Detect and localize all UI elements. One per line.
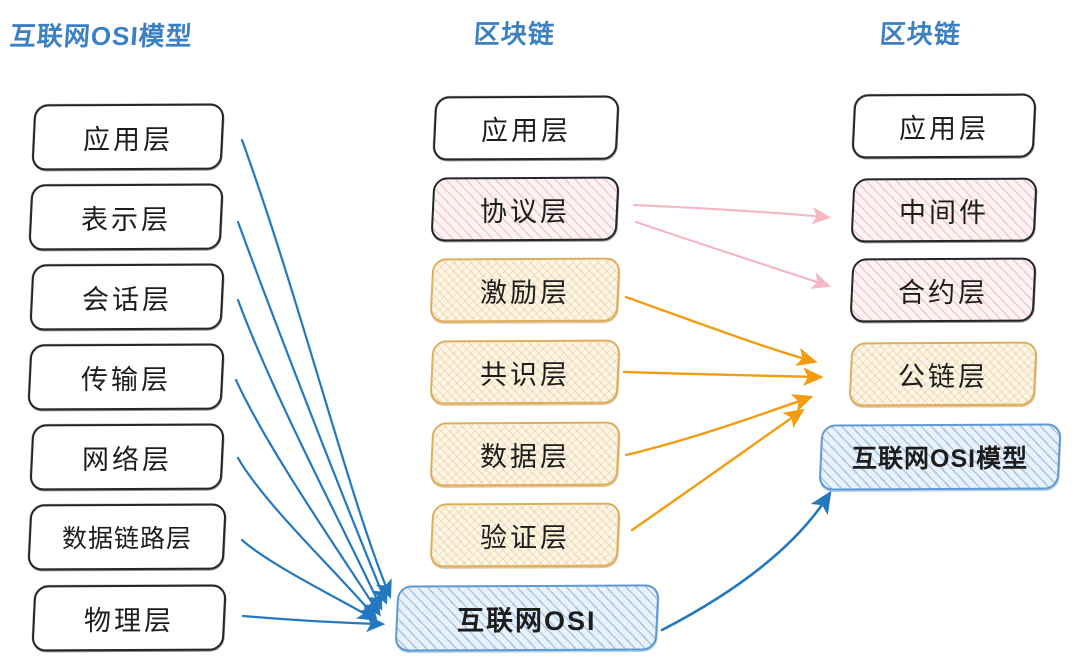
arrow-传输层-互联网OSI — [234, 378, 381, 617]
node-middle-应用层[interactable]: 应用层 — [432, 95, 620, 161]
node-middle-数据层[interactable]: 数据层 — [429, 421, 621, 487]
node-label: 协议层 — [479, 196, 571, 227]
column-title-right: 区块链 — [878, 19, 962, 49]
node-label: 应用层 — [480, 115, 572, 146]
arrow-互联网OSI-互联网OSI模型 — [660, 490, 832, 632]
node-label: 互联网OSI模型 — [851, 445, 1029, 473]
node-middle-互联网OSI[interactable]: 互联网OSI — [394, 584, 660, 652]
arrow-激励层-公链层 — [624, 295, 818, 366]
node-label: 应用层 — [82, 124, 174, 155]
arrow-网络层-互联网OSI — [236, 456, 378, 621]
arrow-数据链路层-互联网OSI — [240, 538, 377, 621]
arrow-group-osi-to-osimodel — [660, 490, 832, 632]
node-left-物理层[interactable]: 物理层 — [31, 584, 227, 652]
node-left-传输层[interactable]: 传输层 — [27, 343, 225, 411]
node-middle-协议层[interactable]: 协议层 — [430, 176, 620, 242]
node-label: 数据链路层 — [61, 525, 193, 553]
node-middle-验证层[interactable]: 验证层 — [429, 502, 621, 568]
arrow-协议层-合约层 — [634, 220, 832, 289]
node-right-中间件[interactable]: 中间件 — [850, 177, 1038, 243]
node-right-应用层[interactable]: 应用层 — [851, 93, 1037, 159]
node-left-网络层[interactable]: 网络层 — [29, 423, 225, 491]
node-label: 共识层 — [479, 359, 571, 390]
node-label: 物理层 — [83, 605, 175, 636]
node-right-公链层[interactable]: 公链层 — [848, 341, 1038, 407]
node-label: 表示层 — [80, 204, 172, 235]
node-left-会话层[interactable]: 会话层 — [29, 263, 225, 331]
node-label: 互联网OSI — [457, 605, 597, 636]
node-right-合约层[interactable]: 合约层 — [849, 257, 1037, 323]
arrow-共识层-公链层 — [622, 367, 824, 387]
node-left-表示层[interactable]: 表示层 — [28, 183, 224, 251]
arrow-数据层-公链层 — [624, 394, 814, 457]
node-label: 中间件 — [898, 197, 990, 228]
arrow-应用层-互联网OSI — [240, 138, 392, 599]
column-title-middle: 区块链 — [472, 19, 556, 49]
node-left-应用层[interactable]: 应用层 — [31, 103, 225, 171]
diagram-canvas: 互联网OSI模型 区块链 区块链 应用层 表示层 会话层 传输层 网络层 数据链… — [0, 0, 1080, 667]
arrow-group-protocol-to-right — [632, 203, 832, 289]
node-label: 公链层 — [897, 361, 989, 392]
node-label: 数据层 — [479, 441, 571, 472]
node-left-数据链路层[interactable]: 数据链路层 — [27, 503, 227, 571]
arrow-验证层-公链层 — [630, 408, 805, 532]
node-label: 验证层 — [479, 522, 571, 553]
arrow-物理层-互联网OSI — [241, 614, 386, 633]
column-title-left: 互联网OSI模型 — [8, 21, 194, 51]
node-label: 合约层 — [897, 277, 989, 308]
arrow-group-osi-to-internetosi — [234, 138, 392, 633]
arrow-会话层-互联网OSI — [236, 298, 383, 611]
node-middle-共识层[interactable]: 共识层 — [429, 339, 621, 405]
node-label: 会话层 — [81, 284, 173, 315]
node-middle-激励层[interactable]: 激励层 — [429, 257, 621, 323]
arrow-group-blockchain-to-publicchain — [622, 295, 824, 532]
arrow-表示层-互联网OSI — [236, 220, 388, 605]
node-label: 网络层 — [81, 444, 173, 475]
node-label: 应用层 — [898, 113, 990, 144]
arrow-协议层-中间件 — [632, 203, 832, 225]
node-right-互联网OSI模型[interactable]: 互联网OSI模型 — [818, 423, 1062, 491]
node-label: 传输层 — [80, 364, 172, 395]
node-label: 激励层 — [479, 277, 571, 308]
